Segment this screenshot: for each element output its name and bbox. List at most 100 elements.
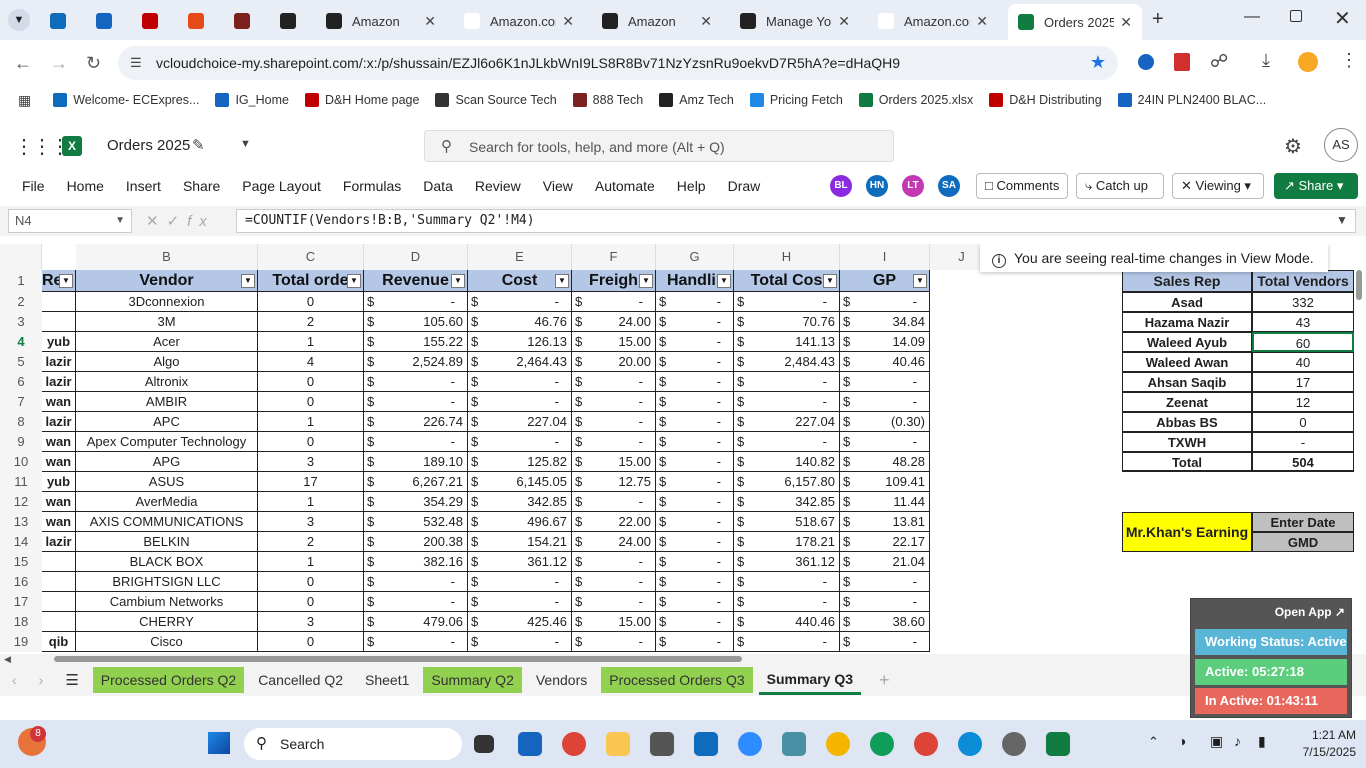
table-cell[interactable]: $342.85 bbox=[468, 492, 572, 512]
table-cell[interactable]: $226.74 bbox=[364, 412, 468, 432]
catch-up-button[interactable]: ⤷ Catch up bbox=[1076, 173, 1164, 199]
table-cell[interactable]: wan bbox=[42, 512, 76, 532]
table-cell[interactable]: $ - bbox=[656, 572, 734, 592]
browser-tab[interactable] bbox=[40, 6, 80, 36]
table-cell[interactable]: 1 bbox=[258, 492, 364, 512]
add-sheet-icon[interactable]: + bbox=[879, 670, 890, 691]
summary-cell[interactable]: 332 bbox=[1252, 292, 1354, 312]
column-header[interactable]: E bbox=[468, 244, 572, 270]
bookmark-item[interactable]: Pricing Fetch bbox=[749, 93, 843, 107]
filename-dropdown-icon[interactable]: ▼ bbox=[240, 138, 251, 150]
ribbon-tab[interactable]: Insert bbox=[115, 178, 172, 194]
row-header[interactable]: 7 bbox=[0, 392, 42, 412]
clock-time[interactable]: 1:21 AM bbox=[1290, 728, 1356, 742]
column-header[interactable]: I bbox=[840, 244, 930, 270]
forward-button[interactable]: → bbox=[50, 53, 68, 74]
collaborator-avatar[interactable]: HN bbox=[866, 175, 888, 197]
search-box[interactable]: ⚲ Search for tools, help, and more (Alt … bbox=[424, 130, 894, 162]
table-cell[interactable]: $ - bbox=[468, 432, 572, 452]
table-cell[interactable]: Algo bbox=[76, 352, 258, 372]
table-cell[interactable]: $ - bbox=[656, 632, 734, 652]
table-cell[interactable]: $12.75 bbox=[572, 472, 656, 492]
summary-cell[interactable]: Ahsan Saqib bbox=[1122, 372, 1252, 392]
table-cell[interactable]: 4 bbox=[258, 352, 364, 372]
vpn-icon[interactable] bbox=[782, 732, 806, 756]
extension-icon[interactable] bbox=[1138, 54, 1154, 70]
table-cell[interactable]: $518.67 bbox=[734, 512, 840, 532]
table-cell[interactable]: $2,464.43 bbox=[468, 352, 572, 372]
table-cell[interactable]: lazir bbox=[42, 532, 76, 552]
table-cell[interactable]: $14.09 bbox=[840, 332, 930, 352]
summary-cell[interactable]: Asad bbox=[1122, 292, 1252, 312]
table-cell[interactable]: qib bbox=[42, 632, 76, 652]
table-cell[interactable]: $126.13 bbox=[468, 332, 572, 352]
taskbar-search[interactable]: ⚲ Search bbox=[244, 728, 462, 760]
table-cell[interactable]: $ - bbox=[656, 472, 734, 492]
table-cell[interactable]: $425.46 bbox=[468, 612, 572, 632]
table-cell[interactable]: $382.16 bbox=[364, 552, 468, 572]
table-cell[interactable]: $140.82 bbox=[734, 452, 840, 472]
chrome-profile-3-icon[interactable] bbox=[914, 732, 938, 756]
browser-menu-icon[interactable]: ⋮ bbox=[1340, 50, 1358, 71]
bookmark-item[interactable]: Amz Tech bbox=[659, 93, 734, 107]
sheet-tab[interactable]: Processed Orders Q2 bbox=[92, 667, 245, 693]
table-cell[interactable]: $ - bbox=[656, 392, 734, 412]
summary-total-cell[interactable]: 504 bbox=[1252, 452, 1354, 472]
table-cell[interactable]: $ - bbox=[656, 372, 734, 392]
table-cell[interactable]: $354.29 bbox=[364, 492, 468, 512]
table-cell[interactable]: $6,145.05 bbox=[468, 472, 572, 492]
table-cell[interactable]: BELKIN bbox=[76, 532, 258, 552]
bookmark-item[interactable]: Scan Source Tech bbox=[435, 93, 557, 107]
close-tab-icon[interactable]: ✕ bbox=[700, 13, 712, 30]
table-cell[interactable]: 0 bbox=[258, 572, 364, 592]
clock-date[interactable]: 7/15/2025 bbox=[1290, 745, 1356, 759]
sheet-tab[interactable]: Processed Orders Q3 bbox=[601, 667, 753, 693]
row-header[interactable]: 18 bbox=[0, 612, 42, 632]
table-cell[interactable]: $189.10 bbox=[364, 452, 468, 472]
table-cell[interactable]: $ - bbox=[656, 532, 734, 552]
bookmark-star-icon[interactable]: ★ bbox=[1090, 52, 1106, 73]
bookmark-item[interactable]: D&H Home page bbox=[304, 93, 419, 107]
table-cell[interactable]: $ - bbox=[840, 292, 930, 312]
table-cell[interactable]: $6,267.21 bbox=[364, 472, 468, 492]
chrome-icon[interactable] bbox=[562, 732, 586, 756]
table-cell[interactable]: $70.76 bbox=[734, 312, 840, 332]
table-cell[interactable]: $ - bbox=[572, 632, 656, 652]
row-header[interactable]: 3 bbox=[0, 312, 42, 332]
ribbon-tab[interactable]: Draw bbox=[717, 178, 772, 194]
table-cell[interactable]: $496.67 bbox=[468, 512, 572, 532]
table-cell[interactable]: $178.21 bbox=[734, 532, 840, 552]
table-cell[interactable]: $ - bbox=[840, 632, 930, 652]
summary-cell[interactable]: TXWH bbox=[1122, 432, 1252, 452]
table-cell[interactable]: AverMedia bbox=[76, 492, 258, 512]
ribbon-tab[interactable]: File bbox=[11, 178, 56, 194]
table-cell[interactable]: $ - bbox=[364, 372, 468, 392]
table-cell[interactable]: $ - bbox=[572, 292, 656, 312]
table-cell[interactable]: $ - bbox=[656, 292, 734, 312]
outlook-icon[interactable] bbox=[694, 732, 718, 756]
table-cell[interactable]: $ - bbox=[840, 372, 930, 392]
table-cell[interactable]: $ - bbox=[734, 372, 840, 392]
apps-grid-icon[interactable]: ▦ bbox=[18, 92, 31, 109]
collaborator-avatar[interactable]: BL bbox=[830, 175, 852, 197]
table-cell[interactable]: 17 bbox=[258, 472, 364, 492]
table-cell[interactable]: wan bbox=[42, 432, 76, 452]
table-cell[interactable]: $ - bbox=[840, 592, 930, 612]
chrome-profile-icon[interactable] bbox=[826, 732, 850, 756]
table-cell[interactable]: $ - bbox=[468, 392, 572, 412]
table-cell[interactable]: BLACK BOX bbox=[76, 552, 258, 572]
ribbon-tab[interactable]: Automate bbox=[584, 178, 666, 194]
table-cell[interactable]: BRIGHTSIGN LLC bbox=[76, 572, 258, 592]
table-cell[interactable]: $ - bbox=[468, 572, 572, 592]
table-cell[interactable]: $227.04 bbox=[468, 412, 572, 432]
table-cell[interactable]: $ - bbox=[840, 432, 930, 452]
url-field[interactable]: ☰ vcloudchoice-my.sharepoint.com/:x:/p/s… bbox=[118, 46, 1118, 80]
table-cell[interactable]: $ - bbox=[468, 632, 572, 652]
row-header[interactable]: 6 bbox=[0, 372, 42, 392]
chrome-profile-2-icon[interactable] bbox=[870, 732, 894, 756]
table-cell[interactable]: $ - bbox=[364, 392, 468, 412]
summary-cell[interactable]: Hazama Nazir bbox=[1122, 312, 1252, 332]
table-cell[interactable]: AXIS COMMUNICATIONS bbox=[76, 512, 258, 532]
table-cell[interactable]: wan bbox=[42, 392, 76, 412]
edge-icon[interactable] bbox=[958, 732, 982, 756]
